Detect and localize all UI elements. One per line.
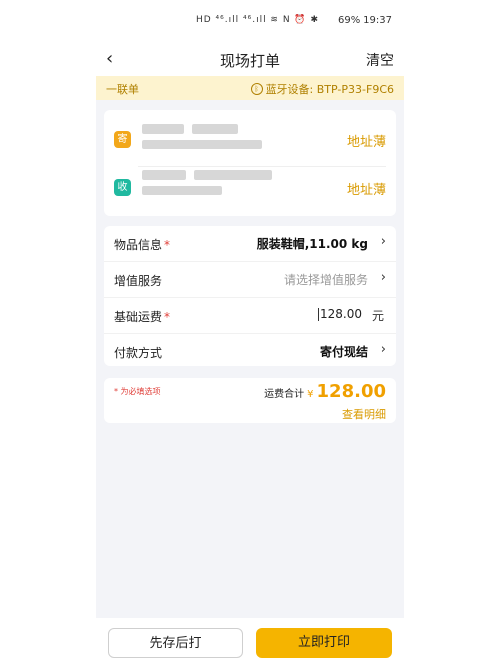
value-added-placeholder: 请选择增值服务 [283,273,368,287]
sender-badge: 寄 [114,131,131,148]
total-fee: 运费合计 ¥ 128.00 [264,381,386,402]
payment-method-label: 付款方式 [114,346,163,360]
save-then-print-button[interactable]: 先存后打 [108,628,243,658]
item-info-row[interactable]: 物品信息 * 服装鞋帽,11.00 kg › [104,226,396,262]
status-icons: HD ⁴⁶.ıll ⁴⁶.ıll ≋ N ⏰ ✱ [196,15,320,25]
required-note: * 为必填选项 [114,387,161,396]
nav-bar: ‹ 现场打单 清空 [96,42,404,76]
total-fee-label: 运费合计 [264,389,305,400]
sender-address-book-link[interactable]: 地址薄 [347,131,386,150]
page-title: 现场打单 [219,52,280,70]
redacted-text [142,140,262,149]
receiver-address-book-link[interactable]: 地址薄 [347,179,386,198]
fee-unit: 元 [371,309,384,323]
clock: 19:37 [363,15,392,26]
bottom-action-bar: 先存后打 立即打印 [96,618,404,666]
receiver-row[interactable]: 收 地址薄 [104,164,396,210]
shipment-form: 物品信息 * 服装鞋帽,11.00 kg › 增值服务 请选择增值服务 › 基础运… [104,226,396,366]
redacted-text [142,170,186,180]
chevron-right-icon: › [380,342,386,357]
status-bar: HD ⁴⁶.ıll ⁴⁶.ıll ≋ N ⏰ ✱ 69% 19:37 [96,0,404,42]
redacted-text [142,186,222,195]
clear-button[interactable]: 清空 [366,50,394,70]
text-cursor [318,308,319,321]
app-screen: HD ⁴⁶.ıll ⁴⁶.ıll ≋ N ⏰ ✱ 69% 19:37 ‹ 现场打… [96,0,404,666]
payment-method-row[interactable]: 付款方式 寄付现结 › [104,334,396,369]
base-fee-label: 基础运费 * [114,310,171,324]
value-added-row[interactable]: 增值服务 请选择增值服务 › [104,262,396,298]
printer-banner: 一联单 ᛒ 蓝牙设备: BTP-P33-F9C6 [96,76,404,100]
redacted-text [194,170,272,180]
redacted-text [142,124,184,134]
sender-row[interactable]: 寄 地址薄 [104,116,396,167]
payment-method-value: 寄付现结 [319,345,368,359]
item-info-value: 服装鞋帽,11.00 kg [256,237,368,251]
chevron-right-icon: › [380,234,386,249]
fee-summary: * 为必填选项 运费合计 ¥ 128.00 查看明细 [104,378,396,423]
battery-level: 69% [338,15,361,26]
bluetooth-icon: ᛒ [250,83,263,95]
print-now-button[interactable]: 立即打印 [256,628,392,658]
address-card: 寄 地址薄 收 地址薄 [104,110,396,216]
base-fee-input[interactable]: 128.00 [318,307,362,321]
receiver-badge: 收 [114,179,131,196]
redacted-text [192,124,238,134]
item-info-label: 物品信息 * [114,238,171,252]
base-fee-row[interactable]: 基础运费 * 128.00 元 [104,298,396,334]
currency-symbol: ¥ [307,389,314,400]
bluetooth-device[interactable]: ᛒ 蓝牙设备: BTP-P33-F9C6 [250,81,394,97]
total-fee-value: 128.00 [316,381,386,402]
bluetooth-device-label: 蓝牙设备: BTP-P33-F9C6 [265,83,394,96]
view-details-link[interactable]: 查看明细 [342,406,386,422]
value-added-label: 增值服务 [114,274,163,288]
order-type-label[interactable]: 一联单 [106,81,139,97]
chevron-right-icon: › [380,270,386,285]
